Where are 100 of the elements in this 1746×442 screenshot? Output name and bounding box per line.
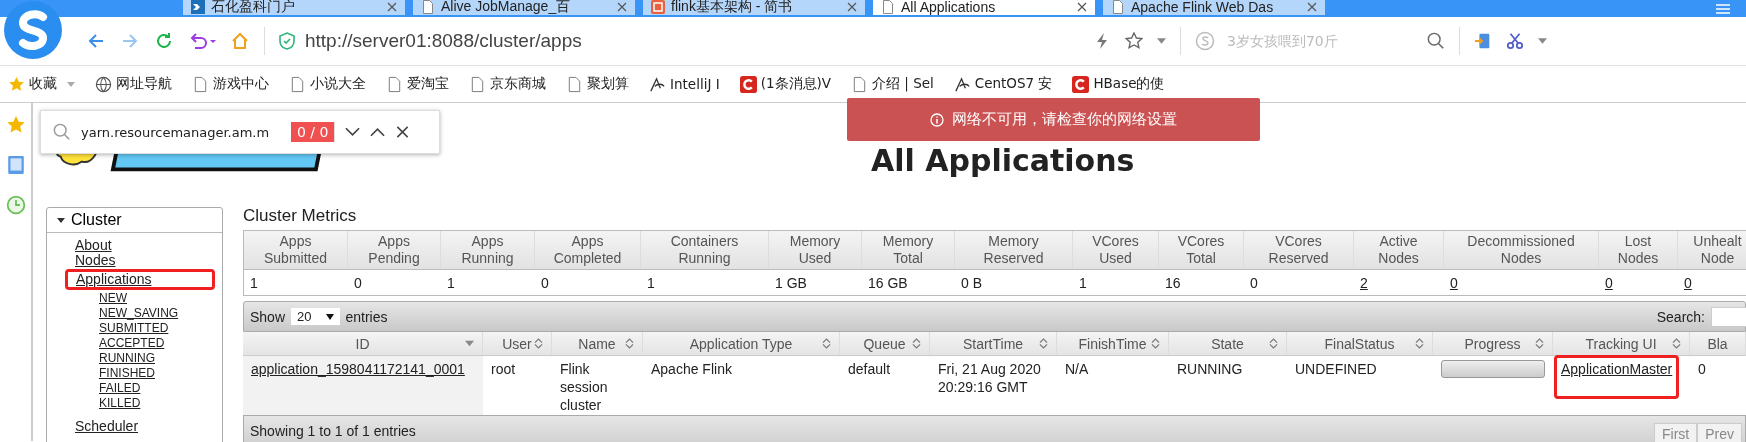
home-icon[interactable] xyxy=(230,31,250,51)
bookmark-item[interactable]: 爱淘宝 xyxy=(386,75,449,93)
bookmark-item[interactable]: 收藏 xyxy=(8,75,75,93)
bookmark-item[interactable]: 网址导航 xyxy=(95,75,172,93)
next-icon[interactable] xyxy=(345,126,361,138)
column-header: Memory Reserved xyxy=(955,231,1073,269)
entries-info: Showing 1 to 1 of 1 entries xyxy=(250,423,416,439)
caret-icon[interactable] xyxy=(67,81,75,87)
column-header: VCores Used xyxy=(1073,231,1159,269)
page-size-select[interactable]: 20 xyxy=(291,308,340,325)
column-header[interactable]: Name xyxy=(552,332,643,355)
search-icon[interactable] xyxy=(1427,32,1445,50)
scissors-icon[interactable] xyxy=(1506,32,1524,50)
nav-link[interactable]: NEW xyxy=(99,291,127,306)
section-title: Cluster Metrics xyxy=(243,206,358,226)
caret-icon[interactable] xyxy=(1538,38,1547,44)
star-icon[interactable] xyxy=(5,115,26,135)
bookmark-item[interactable]: 介绍 | Sel xyxy=(851,75,934,93)
site-icon xyxy=(651,0,665,14)
star-icon[interactable] xyxy=(1125,32,1143,50)
nav-link[interactable]: KILLED xyxy=(99,396,141,411)
table-cell: UNDEFINED xyxy=(1295,361,1377,377)
table-cell: Apache Flink xyxy=(651,361,732,377)
table-link[interactable]: 0 xyxy=(1450,275,1458,291)
column-header[interactable]: Bla xyxy=(1690,332,1746,355)
table-cell: 1 xyxy=(1079,275,1087,291)
column-header[interactable]: Queue xyxy=(840,332,930,355)
c-logo-icon xyxy=(739,75,757,93)
column-header[interactable]: Progress xyxy=(1433,332,1553,355)
column-header: Decommissioned Nodes xyxy=(1444,231,1599,269)
bookmark-item[interactable]: CentOS7 安 xyxy=(953,75,1053,93)
browser-tab[interactable]: Alive JobManage_百 xyxy=(413,0,635,15)
nav-link[interactable]: ACCEPTED xyxy=(99,336,165,351)
bookmark-item[interactable]: 小说大全 xyxy=(289,75,366,93)
nav-link[interactable]: SUBMITTED xyxy=(99,321,169,336)
close-icon[interactable] xyxy=(1077,1,1087,12)
table-cell: 0 B xyxy=(961,275,982,291)
table-link[interactable]: 0 xyxy=(1605,275,1613,291)
search-field[interactable] xyxy=(1711,306,1746,327)
nav-link[interactable]: FAILED xyxy=(99,381,141,396)
clock-icon[interactable] xyxy=(5,195,26,215)
table-cell: root xyxy=(491,361,516,377)
search-engine-icon[interactable] xyxy=(1195,31,1215,51)
bookmark-item[interactable]: 京东商城 xyxy=(469,75,546,93)
section-header[interactable]: Cluster xyxy=(47,208,222,233)
nav-link[interactable]: Scheduler xyxy=(73,419,141,434)
nav-link[interactable]: RUNNING xyxy=(99,351,155,366)
table-link[interactable]: 2 xyxy=(1360,275,1368,291)
column-header[interactable]: ID xyxy=(243,332,483,355)
bookmark-item[interactable]: (1条消息)V xyxy=(739,75,831,93)
column-header[interactable]: State xyxy=(1169,332,1287,355)
tracking-link[interactable]: ApplicationMaster xyxy=(1554,355,1680,399)
close-icon[interactable] xyxy=(387,1,397,12)
table-cell: default xyxy=(848,361,891,377)
close-icon[interactable] xyxy=(617,1,627,12)
table-cell: 16 GB xyxy=(868,275,908,291)
bookmark-item[interactable]: 游戏中心 xyxy=(192,75,269,93)
undo-icon[interactable] xyxy=(188,31,216,51)
nav-link[interactable]: NEW_SAVING xyxy=(99,306,179,321)
bookmark-item[interactable]: IntelliJ I xyxy=(649,75,720,93)
column-header[interactable]: StartTime xyxy=(930,332,1057,355)
page-icon xyxy=(192,75,209,93)
menu-icon[interactable] xyxy=(1716,4,1730,14)
table-cell: RUNNING xyxy=(1177,361,1243,377)
column-header[interactable]: Tracking UI xyxy=(1553,332,1690,355)
nav-link[interactable]: FINISHED xyxy=(99,366,155,381)
tablet-icon[interactable] xyxy=(5,155,26,175)
nav-link[interactable]: About xyxy=(73,238,114,253)
column-header: Containers Running xyxy=(641,231,769,269)
column-header[interactable]: FinalStatus xyxy=(1287,332,1433,355)
bookmark-item[interactable]: HBase的使 xyxy=(1072,75,1165,93)
reload-icon[interactable] xyxy=(154,31,174,51)
table-cell: 1 xyxy=(447,275,455,291)
column-header[interactable]: Application Type xyxy=(643,332,840,355)
browser-tab[interactable]: Apache Flink Web Das xyxy=(1103,0,1325,15)
tablet-icon[interactable] xyxy=(1474,32,1492,50)
page-icon xyxy=(851,75,868,93)
table-link[interactable]: 0 xyxy=(1684,275,1692,291)
toast-message: 网络不可用，请检查你的网络设置 xyxy=(952,110,1177,129)
column-header[interactable]: User xyxy=(483,332,552,355)
nav-link[interactable]: Nodes xyxy=(73,253,118,268)
site-icon xyxy=(191,0,205,14)
match-count: 0 / 0 xyxy=(291,122,336,142)
caret-icon[interactable] xyxy=(1157,38,1166,44)
close-icon[interactable] xyxy=(1307,1,1317,12)
previous-icon[interactable] xyxy=(370,126,386,138)
search-label: Search: xyxy=(1656,308,1705,325)
address-field[interactable]: http://server01:8088/cluster/apps xyxy=(305,30,582,52)
nav-link[interactable]: Applications xyxy=(65,269,215,290)
c-logo-icon xyxy=(1072,75,1090,93)
close-icon[interactable] xyxy=(395,126,411,138)
browser-tab[interactable]: All Applications xyxy=(873,0,1095,15)
swirl-icon xyxy=(953,75,971,93)
column-header[interactable]: FinishTime xyxy=(1057,332,1169,355)
bookmark-item[interactable]: 聚划算 xyxy=(566,75,629,93)
close-icon[interactable] xyxy=(847,1,857,12)
column-header: Memory Total xyxy=(862,231,955,269)
caret-icon xyxy=(325,313,334,320)
column-header: Apps Completed xyxy=(535,231,641,269)
page-title: All Applications xyxy=(871,143,1135,178)
